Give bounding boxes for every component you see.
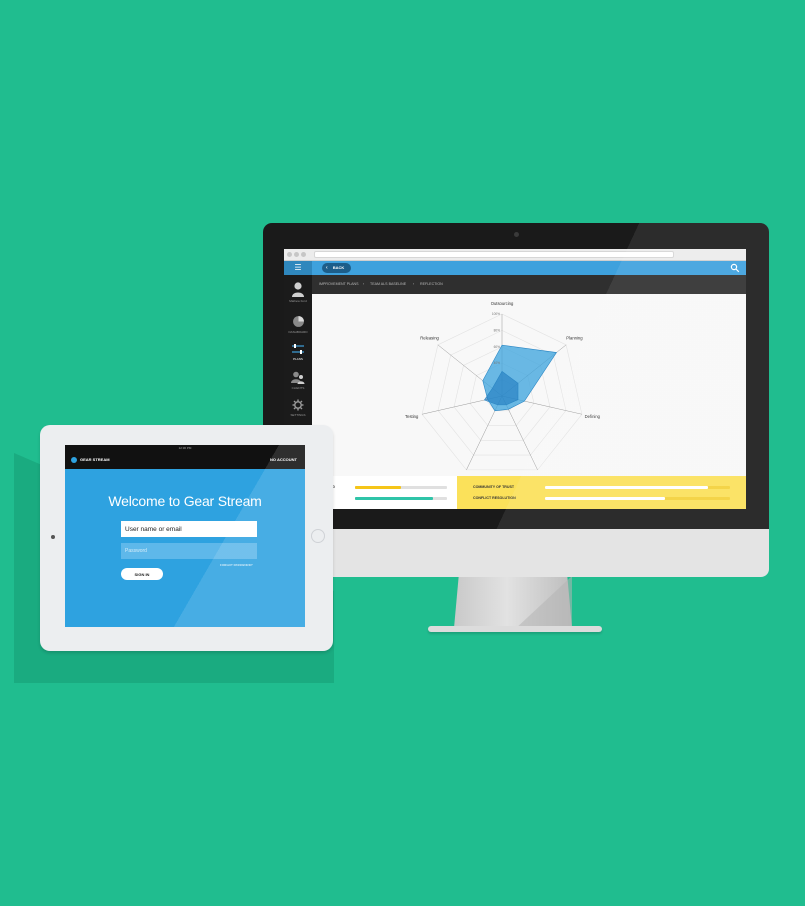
tablet-login-screen: 12:30 PM GEAR STREAM NO ACCOUNT Welcome … <box>65 445 305 627</box>
gear-icon <box>292 399 304 411</box>
sign-in-button[interactable]: SIGN IN <box>121 568 163 580</box>
radar-scale-tick: 40% <box>494 361 501 365</box>
metric-bar-fill <box>545 486 708 489</box>
imac-chin <box>263 528 769 577</box>
sliders-icon <box>292 344 304 354</box>
status-time: 12:30 PM <box>178 446 192 450</box>
window-close-icon[interactable] <box>287 252 292 257</box>
camera-icon <box>514 232 519 237</box>
radar-chart: OutsourcingPlanningDefiningDevelopingTra… <box>405 301 601 471</box>
welcome-title: Welcome to Gear Stream <box>108 493 262 509</box>
no-account-link[interactable]: NO ACCOUNT <box>270 457 297 463</box>
back-button[interactable]: ‹ BACK <box>322 263 351 273</box>
radar-axis-label: Testing <box>405 414 419 419</box>
sidebar-item-label: DASHBOARD <box>288 330 308 334</box>
breadcrumb-separator-icon: › <box>413 282 415 286</box>
back-button-label: BACK <box>332 265 345 270</box>
window-maximize-icon[interactable] <box>301 252 306 257</box>
address-bar[interactable] <box>314 251 674 258</box>
radar-scale-tick: 80% <box>494 328 501 332</box>
sidebar-item-dashboard[interactable]: DASHBOARD <box>284 315 312 334</box>
breadcrumb-item[interactable]: TEAM ALS BASELINE <box>370 282 406 286</box>
search-icon[interactable] <box>730 263 740 273</box>
imac-display: ☰ ‹ BACK Mathew Ford DASHBOARD PLANS CLI… <box>263 223 769 529</box>
tablet-header: GEAR STREAM NO ACCOUNT <box>65 451 305 469</box>
breadcrumb-separator-icon: › <box>363 282 365 286</box>
sidebar-item-profile[interactable]: Mathew Ford <box>284 281 312 303</box>
breadcrumb: IMPROVEMENT PLANS › TEAM ALS BASELINE › … <box>312 275 746 294</box>
sidebar-item-label: SETTINGS <box>290 413 306 417</box>
metric-label: CONFLICT RESOLUTION <box>473 496 516 500</box>
sidebar-item-plans[interactable]: PLANS <box>284 343 312 361</box>
metric-bar <box>545 497 730 500</box>
sidebar-item-label: CLIENTS <box>291 386 305 390</box>
forgot-password-link[interactable]: FORGOT PASSWORD? <box>220 563 253 567</box>
pie-chart-icon <box>292 316 304 327</box>
radar-axis-label: Defining <box>585 414 601 419</box>
radar-axis-label: Outsourcing <box>491 301 514 306</box>
metric-label: COMMUNITY OF TRUST <box>473 485 515 489</box>
sidebar-item-label: PLANS <box>293 357 303 361</box>
metric-bar <box>355 486 447 489</box>
metric-bar <box>355 497 447 500</box>
metrics-panel-right: COMMUNITY OF TRUST CONFLICT RESOLUTION <box>457 476 746 509</box>
metric-bar-fill <box>545 497 666 500</box>
username-input[interactable] <box>121 521 257 537</box>
camera-icon <box>51 535 55 539</box>
app-topbar: ☰ ‹ BACK <box>284 261 746 275</box>
metric-bar-fill <box>355 486 401 489</box>
sidebar-item-label: Mathew Ford <box>289 299 307 303</box>
gear-stream-logo-icon <box>71 457 77 463</box>
chevron-left-icon: ‹ <box>326 265 328 271</box>
radar-axis-label: Releasing <box>420 336 439 341</box>
desktop-app-screen: ☰ ‹ BACK Mathew Ford DASHBOARD PLANS CLI… <box>284 249 746 509</box>
window-minimize-icon[interactable] <box>294 252 299 257</box>
sidebar-item-clients[interactable]: CLIENTS <box>284 371 312 390</box>
sidebar-item-settings[interactable]: SETTINGS <box>284 399 312 417</box>
ipad-device: 12:30 PM GEAR STREAM NO ACCOUNT Welcome … <box>40 425 333 651</box>
breadcrumb-item: REFLECTION <box>420 282 443 286</box>
radar-scale-tick: 60% <box>494 345 501 349</box>
browser-toolbar <box>284 249 746 261</box>
metrics-panel-left: BORATING ND <box>312 476 457 509</box>
radar-chart-panel: OutsourcingPlanningDefiningDevelopingTra… <box>312 294 746 476</box>
breadcrumb-item[interactable]: IMPROVEMENT PLANS <box>319 282 358 286</box>
metric-bar <box>545 486 730 489</box>
password-input[interactable] <box>121 543 257 559</box>
radar-axis-label: Planning <box>566 336 583 341</box>
radar-scale-tick: 100% <box>492 312 500 316</box>
avatar-icon <box>292 282 304 297</box>
imac-foot <box>428 626 602 632</box>
hamburger-icon[interactable]: ☰ <box>284 261 312 275</box>
brand-name: GEAR STREAM <box>80 457 110 462</box>
metric-bar-fill <box>355 497 434 500</box>
home-button[interactable] <box>311 529 325 543</box>
users-icon <box>291 371 305 384</box>
